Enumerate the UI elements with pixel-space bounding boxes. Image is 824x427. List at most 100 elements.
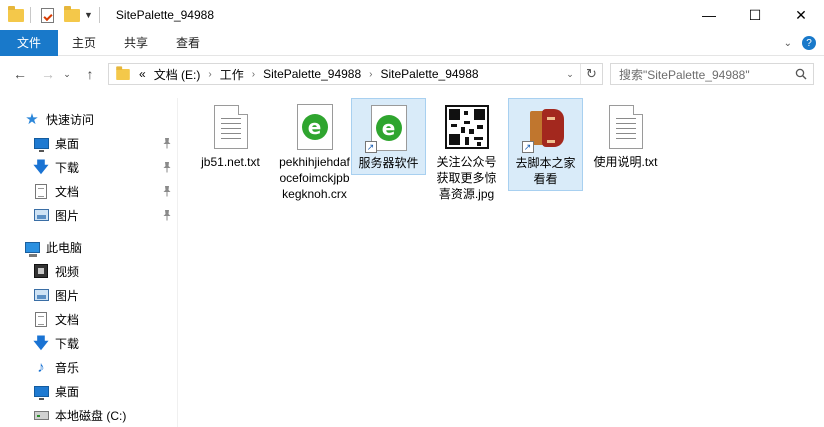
music-icon: ♪ bbox=[37, 358, 45, 376]
pictures-icon bbox=[33, 207, 49, 223]
text-file-icon bbox=[207, 102, 255, 152]
file-name: 使用说明.txt bbox=[593, 155, 658, 169]
sidebar-item-local-disk-c[interactable]: 本地磁盘 (C:) bbox=[0, 403, 178, 427]
desktop-icon bbox=[33, 135, 49, 152]
sidebar-item-label: 快速访问 bbox=[46, 112, 95, 127]
sidebar-item-this-pc[interactable]: 此电脑 bbox=[0, 235, 178, 259]
chevron-right-icon[interactable]: › bbox=[369, 69, 372, 80]
breadcrumb-item[interactable]: 工作 › bbox=[220, 66, 255, 83]
divider bbox=[30, 7, 31, 23]
chevron-right-icon[interactable]: › bbox=[208, 69, 211, 80]
sidebar-item-desktop-pc[interactable]: 桌面 bbox=[0, 379, 178, 403]
address-dropdown-icon[interactable]: ⌄ bbox=[562, 64, 578, 84]
file-item[interactable]: ↗ 去脚本之家看看 bbox=[508, 98, 583, 191]
navigation-bar: ← → ⌄ ↑ « 文档 (E:) › 工作 › SitePalette_94988… bbox=[0, 56, 824, 92]
up-button[interactable]: ↑ bbox=[78, 62, 102, 86]
document-icon bbox=[33, 311, 49, 327]
qr-code-image-icon bbox=[443, 102, 491, 152]
title-bar: ▼ SitePalette_94988 — ☐ ✕ bbox=[0, 0, 824, 30]
recent-locations-dropdown[interactable]: ⌄ bbox=[60, 62, 74, 86]
sidebar-item-music[interactable]: ♪ 音乐 bbox=[0, 355, 178, 379]
maximize-button[interactable]: ☐ bbox=[732, 0, 778, 30]
sidebar-item-label: 音乐 bbox=[55, 360, 80, 375]
breadcrumb-item[interactable]: SitePalette_94988 › bbox=[263, 67, 372, 81]
refresh-button[interactable]: ↻ bbox=[580, 64, 602, 84]
ie-document-icon: e bbox=[291, 102, 339, 152]
tab-share[interactable]: 共享 bbox=[110, 30, 162, 56]
star-icon: ★ bbox=[25, 110, 39, 128]
search-icon[interactable] bbox=[795, 68, 807, 80]
customize-toolbar-dropdown-icon[interactable]: ▼ bbox=[84, 10, 93, 20]
sidebar-item-label: 桌面 bbox=[55, 384, 80, 399]
breadcrumb-label: SitePalette_94988 bbox=[380, 67, 479, 81]
sidebar-item-pictures[interactable]: 图片 bbox=[0, 203, 178, 227]
jb51-shortcut-icon: ↗ bbox=[521, 103, 570, 153]
sidebar-item-label: 下载 bbox=[55, 336, 80, 351]
expand-ribbon-icon[interactable]: ⌄ bbox=[784, 38, 792, 49]
ie-shortcut-icon: e ↗ bbox=[364, 103, 413, 153]
ribbon-tabs: 文件 主页 共享 查看 ⌄ ? bbox=[0, 29, 824, 56]
file-item[interactable]: 关注公众号获取更多惊喜资源.jpg bbox=[429, 98, 504, 205]
navigation-pane: ★ 快速访问 桌面 🡇 下载 文档 图片 此电脑 视频 图片 文档 🡇 下载 ♪… bbox=[0, 98, 178, 427]
file-item[interactable]: e ↗ 服务器软件 bbox=[351, 98, 426, 175]
sidebar-item-label: 图片 bbox=[55, 208, 80, 223]
desktop-icon bbox=[33, 383, 49, 400]
tab-home[interactable]: 主页 bbox=[58, 30, 110, 56]
sidebar-item-label: 视频 bbox=[55, 264, 80, 279]
pin-icon[interactable] bbox=[162, 185, 172, 197]
sidebar-item-pictures-pc[interactable]: 图片 bbox=[0, 283, 178, 307]
document-icon bbox=[33, 183, 49, 199]
ribbon-right: ⌄ ? bbox=[784, 30, 816, 56]
folder-icon bbox=[8, 5, 24, 22]
file-name: 关注公众号获取更多惊喜资源.jpg bbox=[436, 155, 497, 201]
window-controls: — ☐ ✕ bbox=[686, 0, 824, 30]
forward-button[interactable]: → bbox=[36, 62, 60, 86]
sidebar-item-downloads[interactable]: 🡇 下载 bbox=[0, 155, 178, 179]
file-item[interactable]: jb51.net.txt bbox=[193, 98, 268, 173]
sidebar-item-documents-pc[interactable]: 文档 bbox=[0, 307, 178, 331]
sidebar-item-videos[interactable]: 视频 bbox=[0, 259, 178, 283]
sidebar-item-label: 文档 bbox=[55, 184, 80, 199]
sidebar-item-label: 图片 bbox=[55, 288, 80, 303]
minimize-button[interactable]: — bbox=[686, 0, 732, 30]
breadcrumb-item[interactable]: 文档 (E:) › bbox=[154, 66, 212, 83]
file-name: 去脚本之家看看 bbox=[515, 156, 576, 186]
breadcrumb-label: 工作 bbox=[219, 67, 244, 82]
pin-icon[interactable] bbox=[162, 161, 172, 173]
help-icon[interactable]: ? bbox=[802, 36, 816, 50]
computer-icon bbox=[24, 239, 40, 257]
file-name: 服务器软件 bbox=[358, 156, 419, 170]
file-item[interactable]: 使用说明.txt bbox=[588, 98, 663, 173]
folder-icon bbox=[116, 65, 130, 80]
properties-icon[interactable] bbox=[41, 7, 54, 23]
file-list: jb51.net.txt e pekhihjiehdafocefoimckjpb… bbox=[179, 92, 824, 427]
sidebar-item-label: 下载 bbox=[55, 160, 80, 175]
address-bar[interactable]: « 文档 (E:) › 工作 › SitePalette_94988 › SitePa… bbox=[108, 63, 603, 85]
sidebar-item-label: 此电脑 bbox=[46, 240, 83, 255]
download-icon: 🡇 bbox=[33, 334, 49, 352]
new-folder-icon[interactable] bbox=[64, 5, 80, 22]
sidebar-item-quick-access[interactable]: ★ 快速访问 bbox=[0, 107, 178, 131]
sidebar-item-downloads-pc[interactable]: 🡇 下载 bbox=[0, 331, 178, 355]
close-button[interactable]: ✕ bbox=[778, 0, 824, 30]
tab-view[interactable]: 查看 bbox=[162, 30, 214, 56]
sidebar-item-documents[interactable]: 文档 bbox=[0, 179, 178, 203]
back-button[interactable]: ← bbox=[8, 62, 32, 86]
chevron-right-icon[interactable]: › bbox=[252, 69, 255, 80]
search-input[interactable]: 搜索"SitePalette_94988" bbox=[610, 63, 814, 85]
search-placeholder: 搜索"SitePalette_94988" bbox=[619, 67, 750, 82]
tab-file[interactable]: 文件 bbox=[0, 29, 58, 56]
pin-icon[interactable] bbox=[162, 209, 172, 221]
sidebar-item-desktop[interactable]: 桌面 bbox=[0, 131, 178, 155]
file-item[interactable]: e pekhihjiehdafocefoimckjpbkegknoh.crx bbox=[277, 98, 352, 205]
window-title: SitePalette_94988 bbox=[115, 8, 215, 22]
breadcrumb-item[interactable]: SitePalette_94988 bbox=[381, 67, 479, 81]
shortcut-arrow-icon: ↗ bbox=[364, 141, 377, 153]
pictures-icon bbox=[33, 287, 49, 303]
video-icon bbox=[33, 263, 49, 279]
pin-icon[interactable] bbox=[162, 137, 172, 149]
breadcrumb-overflow[interactable]: « bbox=[139, 67, 146, 81]
quick-access-toolbar: ▼ bbox=[0, 0, 106, 30]
overflow-label: « bbox=[139, 67, 146, 81]
text-file-icon bbox=[602, 102, 650, 152]
